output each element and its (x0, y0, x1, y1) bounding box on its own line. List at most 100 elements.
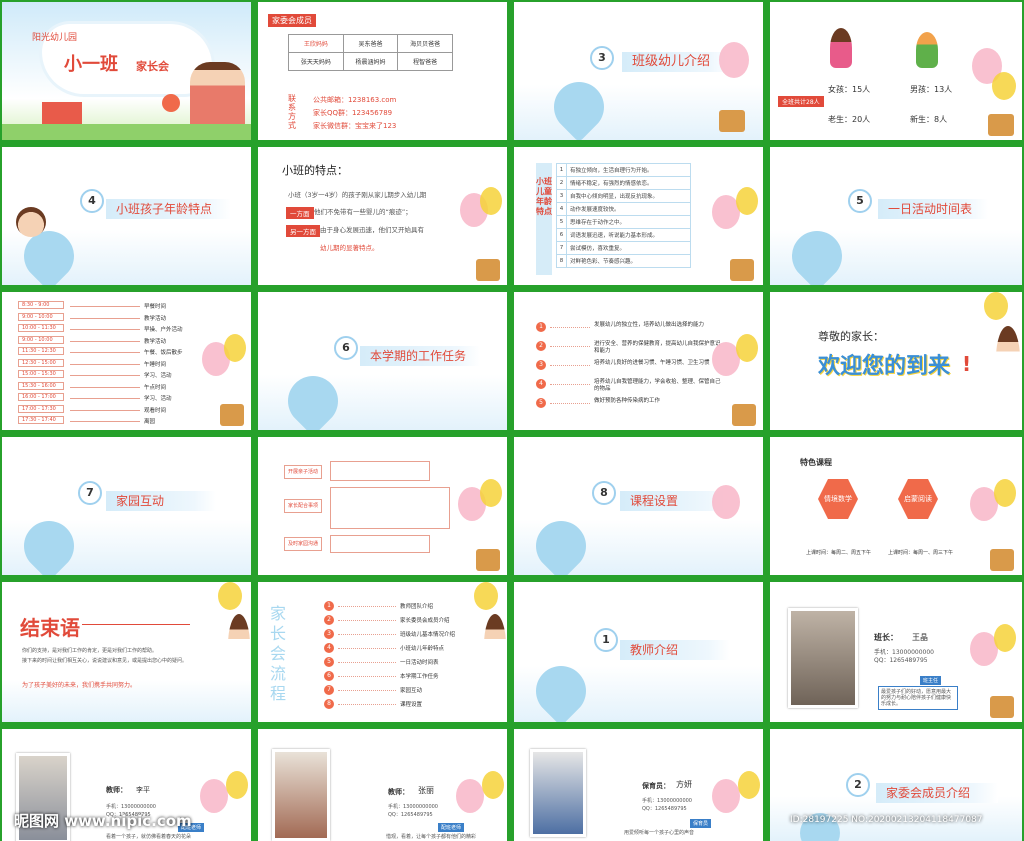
closing-para-1: 你们的支持，是对我们工作的肯定，更是对我们工作的帮助。 (22, 648, 158, 654)
agenda-connector (338, 676, 396, 677)
schedule-row: 9:00 - 10:00 教学活动 (18, 335, 218, 347)
tag-one-side: 一方面 (286, 207, 314, 219)
trait-index: 3 (556, 189, 567, 203)
members-table: 王欣妈妈 吴东爸爸 海贝贝爸爸 张天天妈妈 杨晨涵妈妈 程智爸爸 (288, 34, 453, 71)
section-title: 家委会成员介绍 (876, 783, 998, 803)
member-cell: 吴东爸爸 (342, 34, 399, 53)
slide-section-7[interactable]: 7 家园互动 (2, 437, 251, 575)
greeting: 尊敬的家长： (818, 330, 884, 343)
house-icon (42, 102, 82, 126)
slide-welcome[interactable]: 尊敬的家长： 欢迎您的到来 ! (770, 292, 1022, 430)
teacher-quote: 看着一个孩子，就仿佛看着春天的花朵 (106, 834, 192, 840)
task-row: 3 培养幼儿良好的进餐习惯、午睡习惯、卫生习惯 (536, 358, 736, 377)
agenda-number-badge: 3 (324, 629, 334, 639)
agenda-connector (338, 690, 396, 691)
schedule-row: 8:30 - 9:00 早餐时间 (18, 300, 218, 312)
girl-in-basket-icon (732, 404, 756, 426)
agenda-connector (338, 606, 396, 607)
tasks-list: 1 发展幼儿的独立性，培养幼儿做出选择的能力 2 进行安全、营养的保健教育，提高幼儿自… (536, 320, 736, 415)
slide-agenda[interactable]: 家长会流程 1 教师团队介绍 2 家长委员会成员介绍 3 班级幼儿基本情况介绍 4 小班幼儿年… (258, 582, 507, 722)
balloon-icon (738, 771, 760, 799)
slide-section-1[interactable]: 1 教师介绍 (514, 582, 763, 722)
schedule-activity: 午点时间 (144, 384, 167, 391)
girl-in-basket-icon (990, 549, 1014, 571)
agenda-connector (338, 662, 396, 663)
box-cooperate (330, 487, 450, 529)
balloon-icon (736, 187, 758, 215)
meeting-name: 家长会 (136, 60, 169, 73)
slide-schedule[interactable]: 8:30 - 9:00 早餐时间 9:00 - 10:00 教学活动 10:00 - 1… (2, 292, 251, 430)
schedule-connector (70, 421, 140, 422)
kindergarten-name: 阳光幼儿园 (32, 33, 78, 43)
slide-cover[interactable]: 阳光幼儿园 小一班 家长会 (2, 2, 251, 140)
slide-caretaker-fang[interactable]: 保育员： 方妍 手机：13000000000 QQ：1265489795 保育员… (514, 729, 763, 841)
agenda-text: 小班幼儿年龄特点 (400, 646, 445, 652)
schedule-activity: 学习、活动 (144, 373, 172, 379)
balloon-icon (736, 334, 758, 362)
schedule-activity: 学习、活动 (144, 396, 172, 402)
teacher-quote: 最爱孩子们的好动，愿意用最大的努力与耐心陪伴孩子们健康快乐成长。 (878, 686, 958, 710)
agenda-side-label: 家长会流程 (270, 604, 287, 703)
schedule-time: 11:30 - 12:30 (18, 347, 64, 355)
agenda-text: 教师团队介绍 (400, 604, 434, 610)
boy-icon (916, 32, 938, 68)
welcome-text: 欢迎您的到来 (818, 354, 951, 379)
class-name: 小一班 (64, 54, 118, 75)
trait-row: 1 有独立倾向，生活自理行为开始。 (556, 163, 691, 177)
slide-committee[interactable]: 家委会成员 王欣妈妈 吴东爸爸 海贝贝爸爸 张天天妈妈 杨晨涵妈妈 程智爸爸 联系方式 … (258, 2, 507, 140)
agenda-text: 一日活动时间表 (400, 660, 439, 666)
slide-section-5[interactable]: 5 一日活动时间表 (770, 147, 1022, 285)
task-number-badge: 5 (536, 398, 546, 408)
slide-age-traits[interactable]: 小班儿童年龄特点 1 有独立倾向，生活自理行为开始。 2 情绪不稳定，有强烈的情感依恋… (514, 147, 763, 285)
trait-row: 6 词语发展迅速，听说能力基本形成。 (556, 228, 691, 242)
balloon-icon (994, 624, 1016, 652)
task-connector (550, 346, 590, 347)
task-number-badge: 2 (536, 341, 546, 351)
teacher-name: 李平 (136, 786, 150, 794)
section-number-badge: 4 (80, 189, 104, 213)
agenda-number-badge: 5 (324, 657, 334, 667)
schedule-connector (70, 340, 140, 342)
balloon-icon (719, 42, 749, 78)
traits-side-label: 小班儿童年龄特点 (536, 163, 552, 275)
task-row: 2 进行安全、营养的保健教育，提高幼儿自我保护意识和能力 (536, 339, 736, 358)
slide-section-8[interactable]: 8 课程设置 (514, 437, 763, 575)
teacher-name: 张丽 (418, 786, 434, 795)
trait-text: 情绪不稳定，有强烈的情感依恋。 (566, 176, 691, 190)
id-watermark: ID:28197225 NO:20200213204118477087 (790, 815, 983, 825)
slide-teacher-zhang[interactable]: 教师： 张丽 手机：13000000000 QQ：1265489795 配班老师… (258, 729, 507, 841)
slide-closing[interactable]: 结束语 你们的支持，是对我们工作的肯定，更是对我们工作的帮助。 接下来的时间让我… (2, 582, 251, 722)
schedule-row: 12:30 - 15:00 午睡时间 (18, 358, 218, 370)
agenda-row: 4 小班幼儿年龄特点 (324, 642, 474, 656)
agenda-text: 班级幼儿基本情况介绍 (400, 632, 456, 638)
agenda-connector (338, 704, 396, 705)
slide-tasks[interactable]: 1 发展幼儿的独立性，培养幼儿做出选择的能力 2 进行安全、营养的保健教育，提高幼儿自… (514, 292, 763, 430)
slide-class-stats[interactable]: 全班共计28人 女孩：15人 男孩：13人 老生：20人 新生：8人 (770, 2, 1022, 140)
trait-index: 7 (556, 241, 567, 255)
site-watermark: 昵图网 www.nipic.com (14, 812, 192, 830)
agenda-connector (338, 648, 396, 649)
slide-section-3[interactable]: 3 班级幼儿介绍 (514, 2, 763, 140)
girl-in-basket-icon (730, 259, 754, 281)
schedule-activity: 午睡时间 (144, 361, 167, 368)
schedule-connector (70, 398, 140, 399)
box-parent-child (330, 461, 430, 481)
slide-teacher-wang[interactable]: 班长： 王晶 手机：13000000000 QQ：1265489795 班主任 … (770, 582, 1022, 722)
trait-row: 7 尝试模仿，喜欢重复。 (556, 241, 691, 255)
slide-interaction[interactable]: 开展亲子活动 家长配合事项 及时家园沟通 (258, 437, 507, 575)
schedule-time: 8:30 - 9:00 (18, 301, 64, 309)
slide-courses[interactable]: 特色课程 情境数学 启蒙阅读 上课时间：每周二、周五下午 上课时间：每周一、周三… (770, 437, 1022, 575)
agenda-text: 课程设置 (400, 702, 423, 708)
agenda-text: 本学期工作任务 (400, 674, 439, 680)
grass-strip (2, 124, 251, 140)
trait-row: 8 对鲜艳色彩、节奏感兴趣。 (556, 254, 691, 268)
girls-count: 女孩：15人 (828, 85, 871, 94)
slide-features[interactable]: 小班的特点： 小班（3岁一4岁）的孩子刚从家儿期步入幼儿期 一方面 他们不免带有… (258, 147, 507, 285)
slide-section-6[interactable]: 6 本学期的工作任务 (258, 292, 507, 430)
schedule-connector (70, 409, 140, 411)
agenda-row: 6 本学期工作任务 (324, 670, 474, 684)
member-cell: 海贝贝爸爸 (397, 34, 453, 53)
slide-section-4[interactable]: 4 小班孩子年龄特点 (2, 147, 251, 285)
course-1-time: 上课时间：每周二、周五下午 (806, 550, 872, 556)
trait-text: 思维存在于动作之中。 (566, 215, 691, 229)
